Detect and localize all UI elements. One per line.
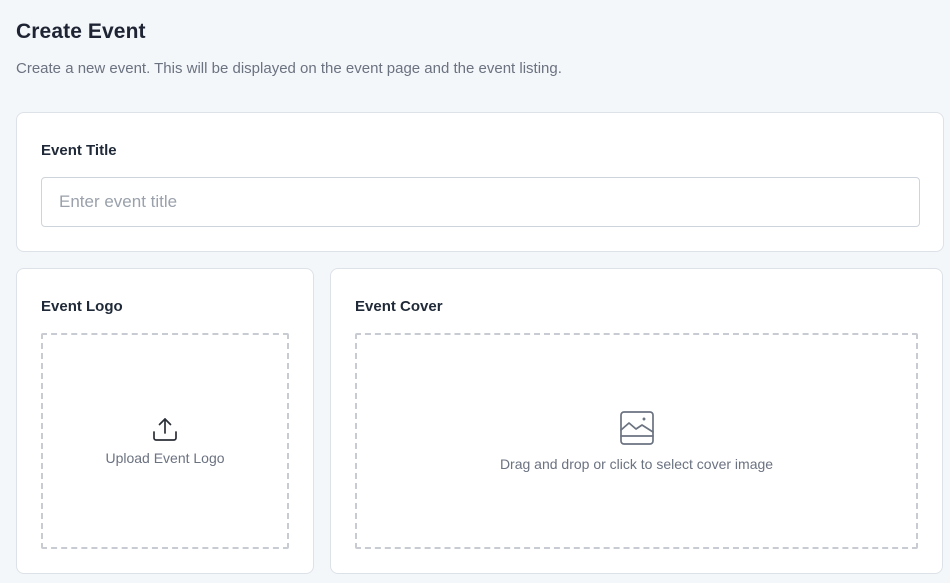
event-cover-dropzone[interactable]: Drag and drop or click to select cover i…: [355, 333, 918, 549]
event-title-card: Event Title: [16, 112, 944, 252]
event-logo-dropzone-text: Upload Event Logo: [105, 450, 225, 466]
create-event-page: Create Event Create a new event. This wi…: [0, 0, 950, 583]
image-icon: [619, 411, 654, 445]
event-cover-dropzone-text: Drag and drop or click to select cover i…: [499, 456, 774, 472]
event-logo-label: Event Logo: [41, 298, 123, 315]
event-cover-label: Event Cover: [355, 298, 443, 315]
event-cover-card: Event Cover Drag and drop or click to se…: [330, 268, 943, 574]
upload-icon: [153, 418, 177, 441]
page-subtitle: Create a new event. This will be display…: [16, 60, 562, 77]
event-title-label: Event Title: [41, 142, 117, 159]
event-logo-card: Event Logo Upload Event Logo: [16, 268, 314, 574]
event-title-input[interactable]: [41, 177, 920, 227]
page-title: Create Event: [16, 20, 146, 43]
event-logo-dropzone[interactable]: Upload Event Logo: [41, 333, 289, 549]
